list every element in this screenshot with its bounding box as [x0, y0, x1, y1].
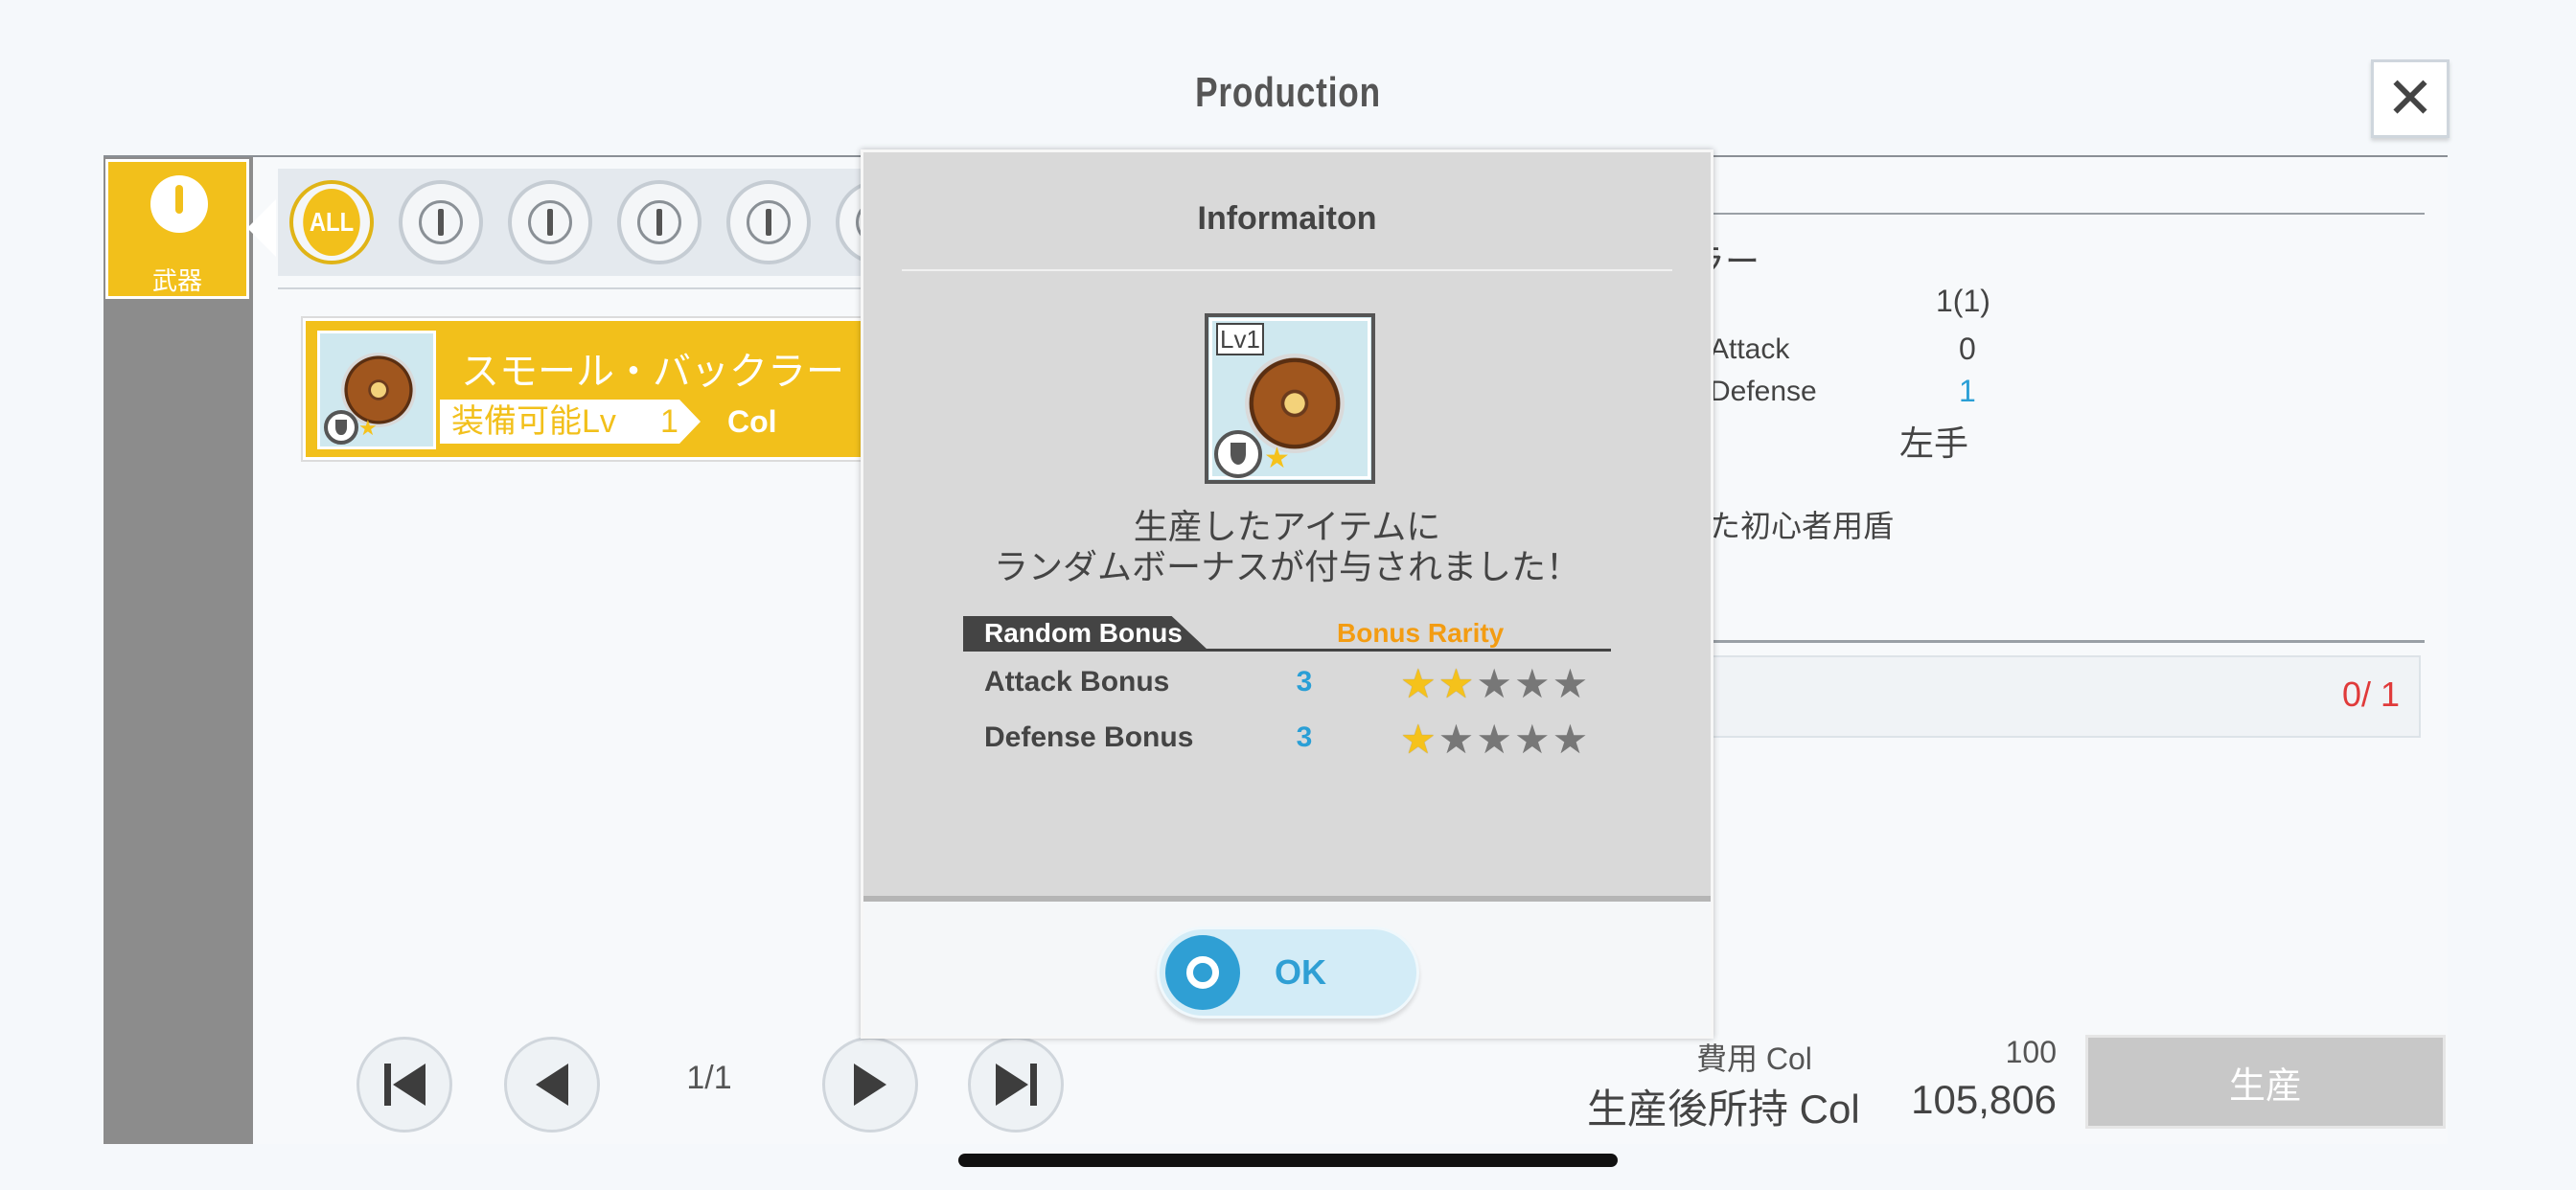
last-page-button[interactable]	[968, 1037, 1064, 1133]
star-filled-icon: ★	[1400, 717, 1437, 762]
filter-dagger-button[interactable]	[726, 180, 811, 264]
detail-equip-slot: 左手	[1899, 423, 1969, 463]
first-page-icon	[383, 1064, 426, 1106]
detail-description: た初心者用盾	[1710, 509, 1895, 543]
dialog-item-thumbnail: Lv1 ★	[1205, 313, 1375, 484]
star-empty-icon: ★	[1513, 717, 1551, 762]
filter-all-button[interactable]: ALL	[289, 180, 374, 264]
remaining-col-value: 105,806	[1911, 1077, 2057, 1122]
page-title: Production	[1195, 69, 1381, 116]
close-button[interactable]: ✕	[2371, 59, 2450, 138]
item-level-row: 装備可能Lv 1 Col	[440, 400, 777, 444]
material-count: 0/ 1	[2341, 675, 2400, 714]
item-level-label: 装備可能Lv	[440, 400, 679, 444]
sword-icon	[150, 175, 208, 233]
item-level-value: 1	[660, 403, 678, 440]
ok-button[interactable]: OK	[1157, 927, 1419, 1018]
star-empty-icon: ★	[1438, 717, 1475, 762]
category-tab-label: 武器	[151, 266, 202, 295]
cost-value: 100	[2005, 1035, 2057, 1069]
page-indicator: 1/1	[686, 1060, 732, 1096]
detail-attack-value: 0	[1959, 332, 1976, 366]
star-filled-icon: ★	[1400, 661, 1437, 706]
filter-rapier-button[interactable]	[508, 180, 592, 264]
prev-icon	[536, 1064, 568, 1106]
bonus-header-underline	[963, 649, 1611, 652]
dialog-footer: OK	[863, 896, 1711, 1036]
buckler-icon	[1245, 354, 1345, 453]
list-divider	[278, 287, 891, 289]
star-filled-icon: ★	[1438, 661, 1475, 706]
produce-button[interactable]: 生産	[2085, 1035, 2446, 1129]
attack-bonus-rarity: ★ ★ ★ ★ ★	[1400, 664, 1588, 704]
next-page-button[interactable]	[822, 1037, 918, 1133]
cost-label: 費用 Col	[1696, 1041, 1812, 1076]
mace-icon	[637, 200, 681, 244]
detail-divider	[1706, 213, 2425, 215]
defense-bonus-value: 3	[1296, 721, 1313, 753]
star-empty-icon: ★	[1513, 661, 1551, 706]
last-page-icon	[995, 1064, 1037, 1106]
chevron-right-icon	[679, 400, 701, 444]
defense-bonus-rarity: ★ ★ ★ ★ ★	[1400, 720, 1588, 760]
star-empty-icon: ★	[1552, 661, 1589, 706]
attack-bonus-value: 3	[1296, 666, 1313, 698]
remaining-col-label: 生産後所持 Col	[1587, 1087, 1860, 1132]
item-thumbnail: ★	[317, 331, 436, 449]
detail-defense-value: 1	[1959, 374, 1976, 408]
ok-label: OK	[1275, 952, 1326, 992]
filter-all-label: ALL	[303, 189, 360, 256]
random-bonus-header: Random Bonus	[963, 616, 1208, 651]
detail-attack-label: Attack	[1710, 333, 1790, 365]
first-page-button[interactable]	[356, 1037, 452, 1133]
item-card[interactable]: ★ スモール・バックラー 装備可能Lv 1 Col	[303, 318, 872, 460]
shield-type-icon	[1214, 430, 1262, 478]
shield-type-icon	[324, 410, 358, 445]
item-name: スモール・バックラー	[461, 351, 844, 393]
item-col-label: Col	[727, 404, 777, 439]
material-divider	[1706, 640, 2425, 643]
home-indicator	[958, 1154, 1618, 1167]
rapier-icon	[528, 200, 572, 244]
dialog-title: Informaiton	[1197, 200, 1377, 237]
information-dialog: Informaiton Lv1 ★ 生産したアイテムに ランダムボーナスが付与さ…	[861, 149, 1714, 1039]
next-icon	[854, 1064, 886, 1106]
filter-sword-button[interactable]	[399, 180, 483, 264]
defense-bonus-label: Defense Bonus	[984, 721, 1194, 753]
bonus-table-header: Random Bonus Bonus Rarity	[963, 616, 1611, 652]
detail-owned-count: 1(1)	[1936, 284, 1990, 318]
item-level-badge: Lv1	[1216, 323, 1264, 355]
category-tab-weapon[interactable]: 武器	[105, 159, 249, 299]
confirm-circle-icon	[1165, 935, 1240, 1010]
bonus-rarity-header: Bonus Rarity	[1337, 618, 1505, 648]
sword-icon	[419, 200, 463, 244]
tab-pointer-icon	[247, 199, 276, 257]
dialog-title-divider	[902, 269, 1672, 271]
prev-page-button[interactable]	[504, 1037, 600, 1133]
star-empty-icon: ★	[1476, 661, 1512, 706]
category-sidebar	[104, 157, 253, 1144]
dialog-message-line2: ランダムボーナスが付与されました！	[993, 547, 1580, 586]
star-empty-icon: ★	[1552, 717, 1589, 762]
attack-bonus-label: Attack Bonus	[984, 666, 1170, 698]
rarity-star-icon: ★	[358, 416, 378, 440]
close-icon: ✕	[2385, 66, 2435, 130]
filter-mace-button[interactable]	[617, 180, 702, 264]
star-empty-icon: ★	[1476, 717, 1512, 762]
dagger-icon	[747, 200, 791, 244]
rarity-star-icon: ★	[1264, 443, 1290, 474]
detail-defense-label: Defense	[1710, 376, 1817, 407]
